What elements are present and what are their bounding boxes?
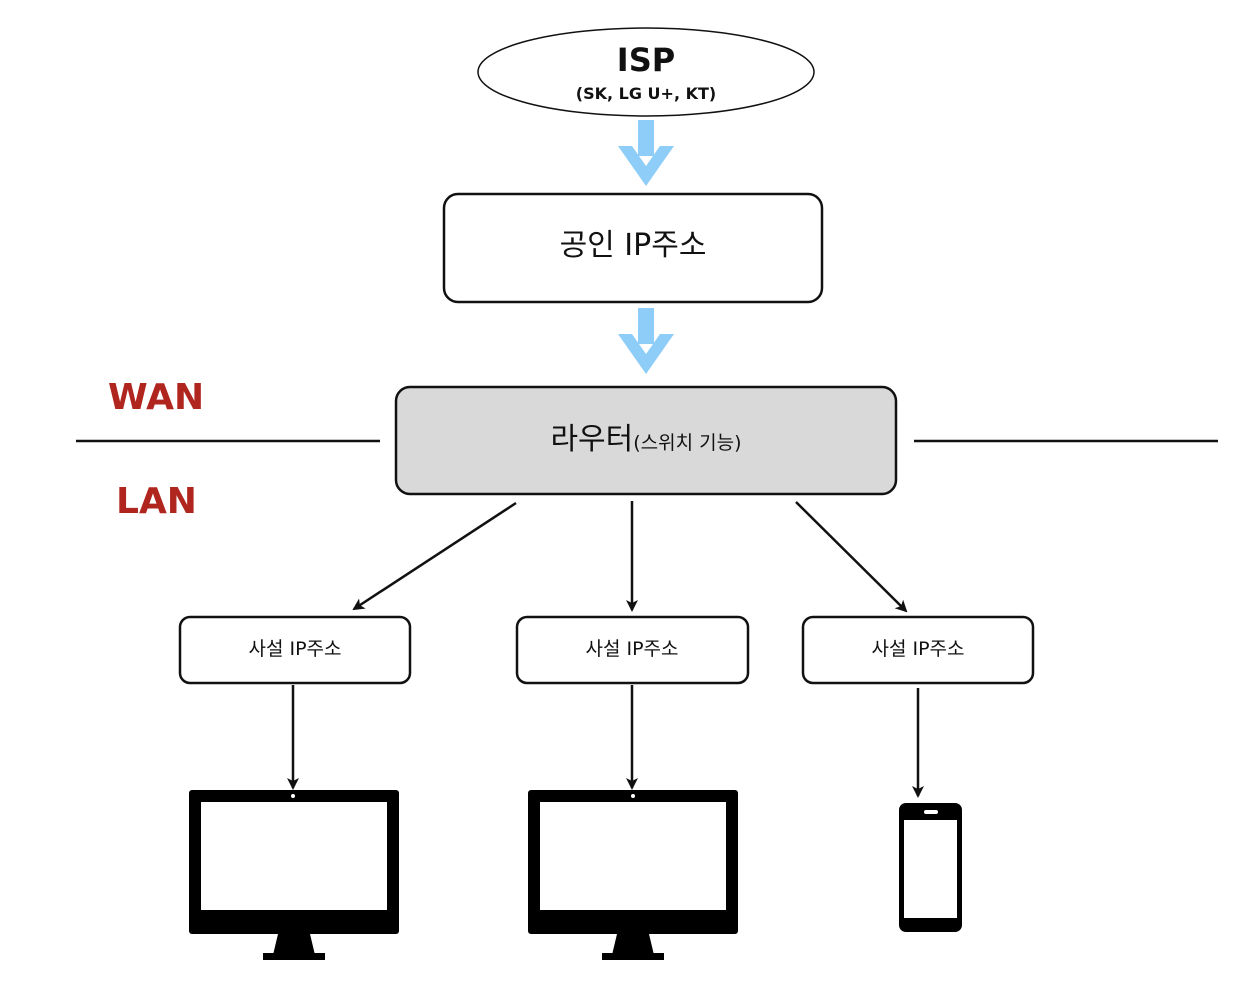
public-ip-label: 공인 IP주소 xyxy=(559,228,707,263)
isp-down-arrow-icon xyxy=(618,120,674,186)
smartphone-icon xyxy=(899,803,962,932)
private-ip-label-3: 사설 IP주소 xyxy=(871,638,965,660)
private-ip-label-2: 사설 IP주소 xyxy=(585,638,679,660)
isp-subtitle: (SK, LG U+, KT) xyxy=(575,84,717,103)
public-ip-down-arrow-icon xyxy=(618,308,674,374)
router-sublabel: (스위치 기능) xyxy=(633,432,742,454)
router-to-private-ip-1-arrow xyxy=(352,501,517,611)
monitor-icon xyxy=(528,790,738,960)
router-to-private-ip-3-arrow xyxy=(795,501,908,613)
wan-label: WAN xyxy=(108,377,205,418)
isp-title: ISP xyxy=(616,41,676,79)
router-label-group: 라우터(스위치 기능) xyxy=(396,418,896,465)
monitor-icon xyxy=(189,790,399,960)
lan-label: LAN xyxy=(116,481,197,522)
router-label: 라우터 xyxy=(550,422,634,457)
private-ip-label-1: 사설 IP주소 xyxy=(248,638,342,660)
